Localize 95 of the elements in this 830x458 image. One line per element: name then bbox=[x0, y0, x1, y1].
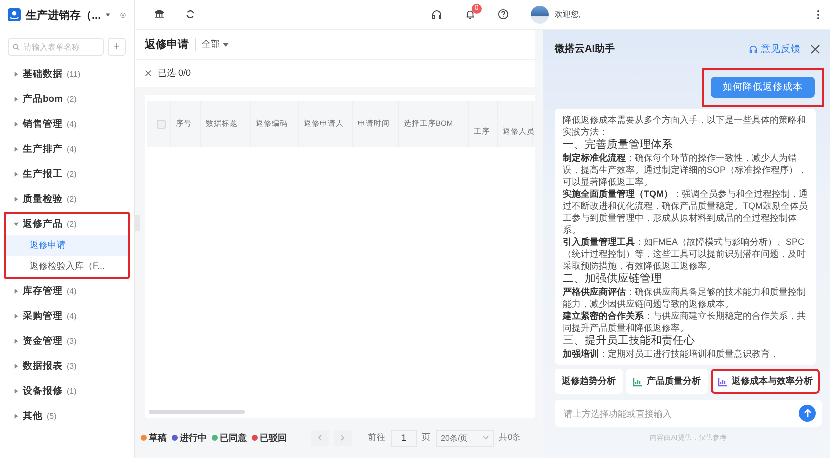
caret-icon bbox=[14, 197, 19, 202]
assistant-title: 微搭云AI助手 bbox=[555, 42, 616, 56]
chart-icon bbox=[718, 376, 728, 386]
page-title: 返修申请 bbox=[145, 38, 189, 52]
dropdown-caret-icon[interactable] bbox=[106, 12, 110, 18]
menu-item[interactable]: 返修检验入库（F... bbox=[6, 256, 128, 277]
menu-group[interactable]: 设备报修 (1) bbox=[6, 381, 128, 402]
answer-heading: 三、提升员工技能和责任心 bbox=[563, 334, 696, 348]
caret-icon bbox=[14, 122, 19, 127]
help-icon[interactable] bbox=[498, 9, 509, 20]
caret-icon bbox=[14, 314, 19, 319]
status-legend: 进行中 bbox=[172, 432, 207, 444]
menu-group[interactable]: 生产排产 (4) bbox=[6, 139, 128, 160]
caret-icon bbox=[14, 364, 19, 369]
menu-group[interactable]: 返修产品 (2) bbox=[6, 214, 128, 235]
close-icon[interactable] bbox=[145, 70, 152, 77]
item-count: (4) bbox=[67, 312, 77, 321]
answer-paragraph: 降低返修成本需要从多个方面入手，以下是一些具体的策略和实践方法： bbox=[563, 114, 807, 138]
menu-group[interactable]: 产品bom (2) bbox=[6, 89, 128, 110]
avatar[interactable] bbox=[530, 6, 549, 24]
caret-icon bbox=[14, 339, 19, 344]
answer-paragraph: 制定标准化流程：确保每个环节的操作一致性，减少人为错误，提高生产效率。通过制定详细的SOP（标准操作程序），可以显著降低返工率。 bbox=[563, 152, 808, 188]
menu-group[interactable]: 其他 (5) bbox=[6, 406, 128, 427]
menu-item[interactable]: 返修申请 bbox=[6, 235, 128, 256]
chevron-left-icon bbox=[318, 435, 322, 441]
caret-icon bbox=[14, 147, 19, 152]
filter-dropdown[interactable]: 全部 bbox=[195, 38, 229, 51]
refresh-icon[interactable] bbox=[186, 10, 195, 19]
selection-count: 已选 0/0 bbox=[158, 67, 192, 80]
analysis-chip[interactable]: 返修趋势分析 bbox=[555, 369, 623, 394]
menu-group[interactable]: 基础数据 (11) bbox=[6, 64, 128, 85]
settings-icon[interactable] bbox=[120, 10, 126, 20]
item-count: (5) bbox=[47, 412, 57, 421]
page-input[interactable]: 1 bbox=[391, 430, 417, 446]
chart-icon bbox=[633, 376, 643, 386]
answer-paragraph: 引入质量管理工具：如FMEA（故障模式与影响分析）、SPC（统计过程控制）等，这些工具可以提前识别潜在问题，及时采取预防措施，有效降低返工返修率。 bbox=[563, 236, 807, 272]
scrollbar[interactable] bbox=[149, 410, 245, 414]
caret-icon bbox=[14, 389, 19, 394]
menu-group[interactable]: 采购管理 (4) bbox=[6, 306, 128, 327]
item-count: (3) bbox=[67, 362, 77, 371]
item-count: (4) bbox=[67, 145, 77, 154]
chevron-right-icon bbox=[341, 435, 345, 441]
chat-input-field[interactable]: 请上方选择功能或直接输入 bbox=[555, 400, 822, 427]
caret-icon bbox=[14, 172, 19, 177]
page-size-select[interactable]: 20条/页 bbox=[436, 430, 494, 446]
arrow-up-icon bbox=[804, 409, 812, 418]
chevron-down-icon bbox=[483, 436, 489, 440]
search-icon bbox=[13, 44, 20, 50]
menu-group[interactable]: 销售管理 (4) bbox=[6, 114, 128, 135]
item-count: (2) bbox=[67, 170, 77, 179]
item-count: (2) bbox=[67, 195, 77, 204]
select-all-checkbox[interactable] bbox=[156, 120, 166, 128]
app-title[interactable]: 生产进销存（... bbox=[26, 8, 102, 22]
greeting-text: 欢迎您, bbox=[554, 9, 582, 20]
bank-icon[interactable] bbox=[155, 10, 164, 19]
form-search-field[interactable]: 请输入表单名称 bbox=[8, 38, 104, 56]
total-count: 共0条 bbox=[499, 432, 522, 444]
app-logo-icon bbox=[8, 6, 21, 24]
caret-icon bbox=[14, 414, 19, 419]
notification-icon[interactable] bbox=[464, 9, 476, 20]
page-unit: 页 bbox=[422, 432, 431, 444]
item-count: (3) bbox=[67, 337, 77, 346]
item-count: (11) bbox=[67, 70, 81, 79]
menu-group[interactable]: 质量检验 (2) bbox=[6, 189, 128, 210]
headset-icon[interactable] bbox=[430, 8, 443, 20]
goto-label: 前往 bbox=[368, 432, 386, 444]
menu-group[interactable]: 生产报工 (2) bbox=[6, 164, 128, 185]
menu-group[interactable]: 库存管理 (4) bbox=[6, 281, 128, 302]
item-count: (2) bbox=[67, 95, 77, 104]
status-legend: 已驳回 bbox=[252, 432, 287, 444]
menu-group[interactable]: 资金管理 (3) bbox=[6, 331, 128, 352]
item-count: (4) bbox=[67, 120, 77, 129]
analysis-chip[interactable]: 产品质量分析 bbox=[626, 369, 708, 394]
caret-icon bbox=[14, 222, 19, 227]
status-legend: 草稿 bbox=[141, 432, 167, 444]
answer-paragraph: 严格供应商评估：确保供应商具备足够的技术能力和质量控制能力，减少因供应链问题导致的返修成本。 bbox=[563, 286, 807, 310]
answer-paragraph: 建立紧密的合作关系：与供应商建立长期稳定的合作关系，共同提升产品质量和降低返修率。 bbox=[563, 310, 807, 334]
caret-icon bbox=[14, 289, 19, 294]
collapse-handle[interactable] bbox=[135, 215, 140, 231]
answer-heading: 二、加强供应链管理 bbox=[563, 272, 663, 286]
caret-icon bbox=[14, 72, 19, 77]
answer-heading: 一、完善质量管理体系 bbox=[563, 138, 674, 152]
headset-icon bbox=[749, 44, 758, 54]
item-count: (4) bbox=[67, 287, 77, 296]
answer-paragraph: 加强培训：定期对员工进行技能培训和质量意识教育， bbox=[563, 348, 780, 360]
caret-icon bbox=[222, 43, 229, 47]
more-icon[interactable] bbox=[817, 10, 820, 20]
answer-paragraph: 实施全面质量管理（TQM）：强调全员参与和全过程控制，通过不断改进和优化流程，确保产品质量稳定。TQM鼓励全体员工参与到质量管理中，形成从原材料到成品的全过程控制体系。 bbox=[563, 188, 808, 236]
status-legend: 已同意 bbox=[212, 432, 247, 444]
menu-group[interactable]: 数据报表 (3) bbox=[6, 356, 128, 377]
item-count: (2) bbox=[67, 220, 77, 229]
item-count: (1) bbox=[67, 387, 77, 396]
add-button[interactable]: + bbox=[108, 38, 126, 56]
analysis-chip[interactable]: 返修成本与效率分析 bbox=[711, 369, 820, 394]
caret-icon bbox=[14, 97, 19, 102]
